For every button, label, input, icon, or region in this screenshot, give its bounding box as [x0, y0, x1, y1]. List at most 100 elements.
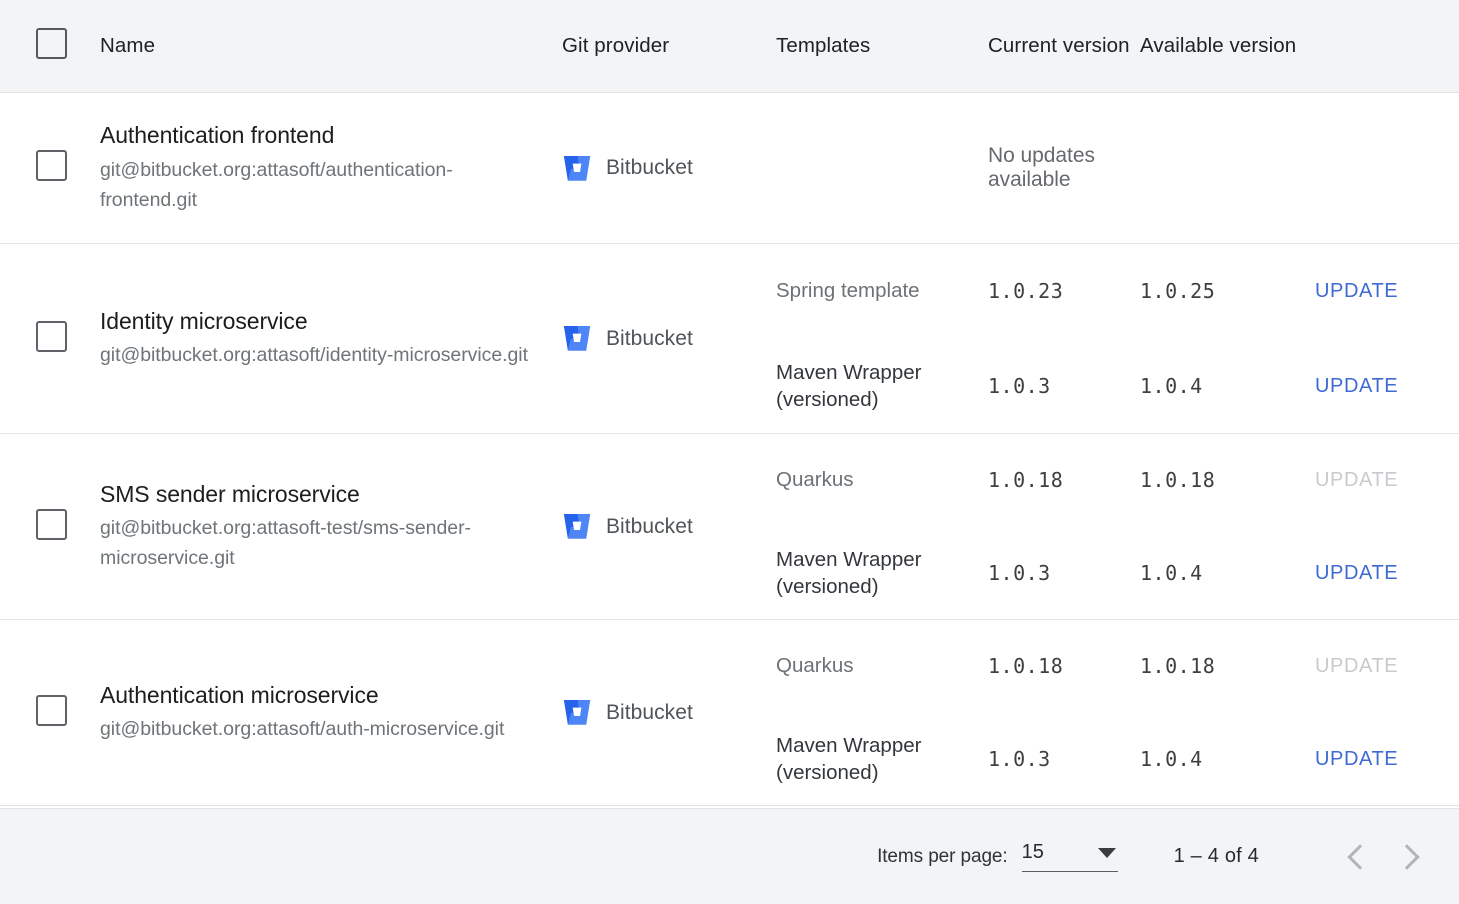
- git-provider-label: Bitbucket: [606, 700, 693, 724]
- available-version-value: 1.0.18: [1140, 468, 1216, 492]
- template-name: Maven Wrapper (versioned): [776, 360, 922, 411]
- repository-name: Identity microservice: [100, 307, 308, 334]
- header-git-provider-cell: Git provider: [562, 32, 776, 59]
- column-header-templates: Templates: [776, 34, 871, 58]
- bitbucket-icon: [563, 513, 591, 539]
- row-checkbox[interactable]: [36, 150, 67, 181]
- current-version-value: 1.0.18: [988, 468, 1064, 492]
- git-provider-label: Bitbucket: [606, 514, 693, 538]
- row-select-cell: [0, 694, 100, 731]
- row-available-version-cell: 1.0.25 1.0.4: [1140, 244, 1315, 434]
- bitbucket-icon: [563, 155, 591, 181]
- available-version-value: 1.0.18: [1140, 654, 1216, 678]
- table-body: Authentication frontend git@bitbucket.or…: [0, 93, 1459, 808]
- repository-url: git@bitbucket.org:attasoft/authenticatio…: [100, 158, 453, 211]
- update-button[interactable]: UPDATE: [1315, 748, 1398, 771]
- row-available-version-cell: 1.0.18 1.0.4: [1140, 620, 1315, 806]
- header-available-version-cell: Available version: [1140, 32, 1315, 59]
- template-name: Spring template: [776, 279, 920, 303]
- header-name-cell: Name: [100, 32, 562, 59]
- row-templates-cell: Quarkus Maven Wrapper (versioned): [776, 620, 988, 806]
- template-subrow: Maven Wrapper (versioned): [776, 339, 988, 434]
- update-button[interactable]: UPDATE: [1315, 375, 1398, 398]
- row-name-cell: Identity microservice git@bitbucket.org:…: [100, 307, 562, 370]
- row-templates-cell: Spring template Maven Wrapper (versioned…: [776, 244, 988, 434]
- row-git-provider-cell: Bitbucket: [562, 698, 776, 727]
- table-row[interactable]: Authentication microservice git@bitbucke…: [0, 620, 1459, 806]
- column-header-available-version: Available version: [1140, 34, 1297, 58]
- update-button[interactable]: UPDATE: [1315, 562, 1398, 585]
- template-subrow: Maven Wrapper (versioned): [776, 713, 988, 806]
- row-templates-cell: Quarkus Maven Wrapper (versioned): [776, 434, 988, 620]
- current-version-value: 1.0.3: [988, 561, 1051, 585]
- pagination-range-label: 1 – 4 of 4: [1173, 845, 1259, 867]
- current-version-value: 1.0.3: [988, 747, 1051, 771]
- row-select-cell: [0, 320, 100, 357]
- repositories-table: Name Git provider Templates Current vers…: [0, 0, 1459, 904]
- header-templates-cell: Templates: [776, 32, 988, 59]
- bitbucket-icon: [563, 325, 591, 351]
- items-per-page-select[interactable]: 15: [1021, 841, 1118, 872]
- template-subrow: Quarkus: [776, 620, 988, 713]
- git-provider-label: Bitbucket: [606, 326, 693, 350]
- current-version-value: 1.0.18: [988, 654, 1064, 678]
- items-per-page-label: Items per page:: [877, 845, 1008, 867]
- chevron-right-icon: [1393, 843, 1420, 870]
- no-updates-message: No updates available: [988, 144, 1095, 191]
- row-actions-cell: UPDATE UPDATE: [1315, 620, 1459, 806]
- paginator: Items per page: 15 1 – 4 of 4: [0, 808, 1459, 904]
- table-row[interactable]: SMS sender microservice git@bitbucket.or…: [0, 434, 1459, 620]
- header-current-version-cell: Current version: [988, 32, 1140, 59]
- table-row[interactable]: Identity microservice git@bitbucket.org:…: [0, 244, 1459, 434]
- row-checkbox[interactable]: [36, 508, 67, 540]
- available-version-value: 1.0.25: [1140, 279, 1216, 303]
- update-button: UPDATE: [1315, 654, 1399, 677]
- column-header-current-version: Current version: [988, 34, 1130, 58]
- available-version-value: 1.0.4: [1140, 374, 1203, 398]
- row-select-cell: [0, 150, 100, 186]
- template-subrow: Maven Wrapper (versioned): [776, 527, 988, 620]
- row-current-version-cell: No updates available: [988, 144, 1140, 192]
- bitbucket-icon: [563, 699, 591, 725]
- template-name: Quarkus: [776, 468, 854, 492]
- row-current-version-cell: 1.0.23 1.0.3: [988, 244, 1140, 434]
- repository-url: git@bitbucket.org:attasoft/auth-microser…: [100, 718, 505, 741]
- chevron-down-icon: [1097, 847, 1116, 858]
- repository-name: Authentication frontend: [100, 122, 335, 149]
- current-version-value: 1.0.3: [988, 374, 1051, 398]
- row-current-version-cell: 1.0.18 1.0.3: [988, 620, 1140, 806]
- template-name: Maven Wrapper (versioned): [776, 733, 922, 784]
- git-provider-label: Bitbucket: [606, 156, 693, 179]
- row-git-provider-cell: Bitbucket: [562, 512, 776, 541]
- update-button: UPDATE: [1315, 468, 1399, 491]
- column-header-name: Name: [100, 34, 156, 58]
- previous-page-button[interactable]: [1331, 831, 1383, 883]
- chevron-left-icon: [1346, 843, 1373, 870]
- repository-name: Authentication microservice: [100, 681, 379, 708]
- template-name: Maven Wrapper (versioned): [776, 547, 922, 598]
- row-select-cell: [0, 508, 100, 545]
- row-current-version-cell: 1.0.18 1.0.3: [988, 434, 1140, 620]
- available-version-value: 1.0.4: [1140, 747, 1203, 771]
- row-git-provider-cell: Bitbucket: [562, 154, 776, 183]
- row-name-cell: Authentication microservice git@bitbucke…: [100, 681, 562, 744]
- row-name-cell: SMS sender microservice git@bitbucket.or…: [100, 480, 562, 573]
- row-checkbox[interactable]: [36, 320, 67, 352]
- repository-name: SMS sender microservice: [100, 480, 360, 507]
- available-version-value: 1.0.4: [1140, 561, 1203, 585]
- repository-url: git@bitbucket.org:attasoft/identity-micr…: [100, 344, 528, 367]
- table-header-row: Name Git provider Templates Current vers…: [0, 0, 1459, 93]
- template-subrow: Quarkus: [776, 434, 988, 527]
- row-checkbox[interactable]: [36, 694, 67, 726]
- select-all-checkbox[interactable]: [36, 28, 67, 59]
- table-row[interactable]: Authentication frontend git@bitbucket.or…: [0, 93, 1459, 244]
- row-name-cell: Authentication frontend git@bitbucket.or…: [100, 121, 562, 214]
- items-per-page-value: 15: [1021, 841, 1044, 863]
- row-available-version-cell: 1.0.18 1.0.4: [1140, 434, 1315, 620]
- column-header-git-provider: Git provider: [562, 34, 670, 58]
- template-name: Quarkus: [776, 654, 854, 678]
- header-select-cell: [0, 28, 100, 64]
- next-page-button[interactable]: [1383, 831, 1435, 883]
- row-actions-cell: UPDATE UPDATE: [1315, 434, 1459, 620]
- update-button[interactable]: UPDATE: [1315, 280, 1398, 303]
